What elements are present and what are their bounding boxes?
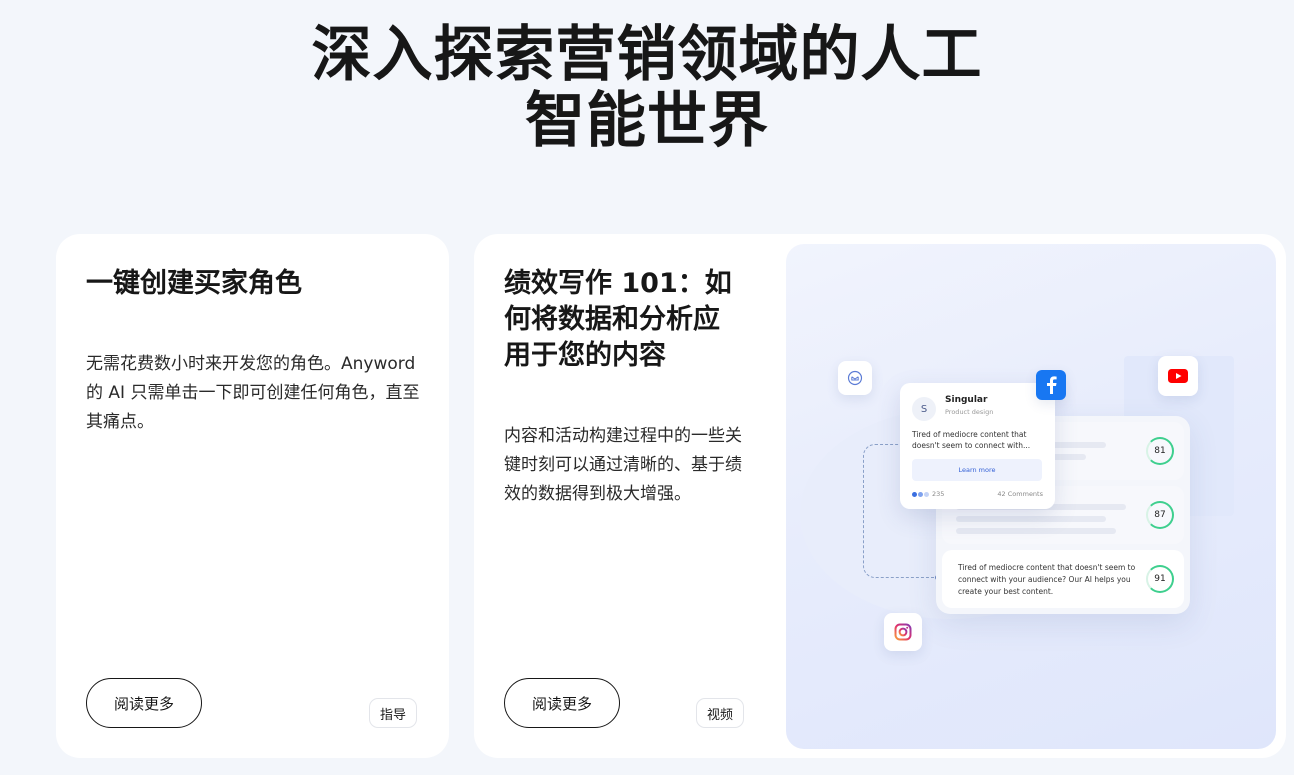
social-post-card: S Singular Product design Tired of medio… <box>900 383 1055 509</box>
card-title: 一键创建买家角色 <box>86 268 302 299</box>
avatar: S <box>912 397 936 421</box>
content-scoring-illustration: 81 87 Tired of mediocre content that doe… <box>786 244 1276 749</box>
youtube-icon <box>1158 356 1198 396</box>
card-description: 无需花费数小时来开发您的角色。Anyword 的 AI 只需单击一下即可创建任何… <box>86 354 420 432</box>
reaction-count: 235 <box>932 490 945 498</box>
mail-icon <box>838 361 872 395</box>
post-author: Singular <box>945 395 988 405</box>
post-author-subtitle: Product design <box>945 408 994 416</box>
page-title-line-1: 深入探索营销领域的人工 <box>311 20 983 90</box>
category-tag: 视频 <box>696 698 745 728</box>
score-ring: 81 <box>1146 437 1174 465</box>
instagram-icon <box>884 613 922 651</box>
card-description: 内容和活动构建过程中的一些关键时刻可以通过清晰的、基于绩效的数据得到极大增强。 <box>504 426 742 504</box>
reaction-icons <box>912 491 929 497</box>
placeholder-bar <box>956 516 1106 522</box>
score-row: Tired of mediocre content that doesn't s… <box>942 550 1184 608</box>
post-text: Tired of mediocre content that doesn't s… <box>912 430 1031 450</box>
read-more-button[interactable]: 阅读更多 <box>504 678 620 728</box>
article-card-performance-writing: 绩效写作 101：如何将数据和分析应用于您的内容 内容和活动构建过程中的一些关键… <box>474 234 1286 758</box>
page-title-line-2: 智能世界 <box>525 86 769 156</box>
category-tag: 指导 <box>369 698 418 728</box>
card-title: 绩效写作 101：如何将数据和分析应用于您的内容 <box>504 268 732 371</box>
post-reactions: 235 <box>912 490 944 498</box>
facebook-icon <box>1036 370 1066 400</box>
placeholder-bar <box>956 528 1116 534</box>
read-more-button[interactable]: 阅读更多 <box>86 678 202 728</box>
article-card-buyer-persona: 一键创建买家角色 无需花费数小时来开发您的角色。Anyword 的 AI 只需单… <box>56 234 449 758</box>
page-title: 深入探索营销领域的人工 智能世界 <box>0 22 1294 154</box>
score-ring: 91 <box>1146 565 1174 593</box>
score-ring: 87 <box>1146 501 1174 529</box>
learn-more-button: Learn more <box>912 459 1042 481</box>
comment-count: 42 Comments <box>997 490 1043 498</box>
generated-copy-text: Tired of mediocre content that doesn't s… <box>958 563 1136 596</box>
